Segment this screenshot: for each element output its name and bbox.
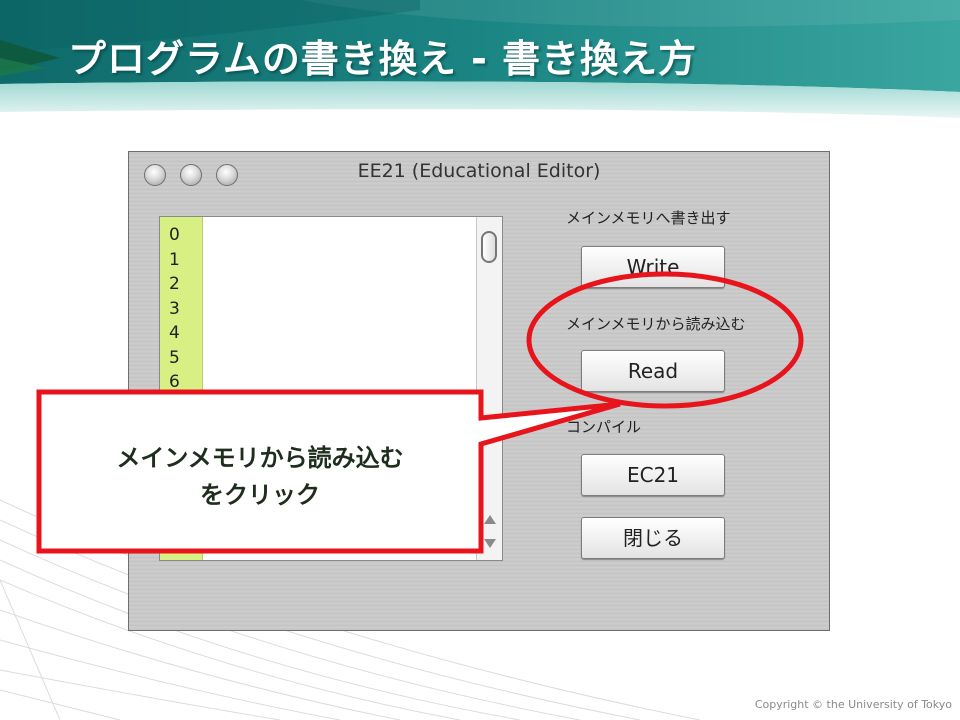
callout-line-2: をクリック — [200, 481, 320, 509]
callout-text: メインメモリから読み込む をクリック — [42, 440, 478, 514]
copyright-text: Copyright © the University of Tokyo — [754, 698, 952, 711]
callout-line-1: メインメモリから読み込む — [116, 444, 404, 472]
annotation-overlay — [36, 271, 804, 554]
highlight-ellipse — [526, 271, 804, 409]
